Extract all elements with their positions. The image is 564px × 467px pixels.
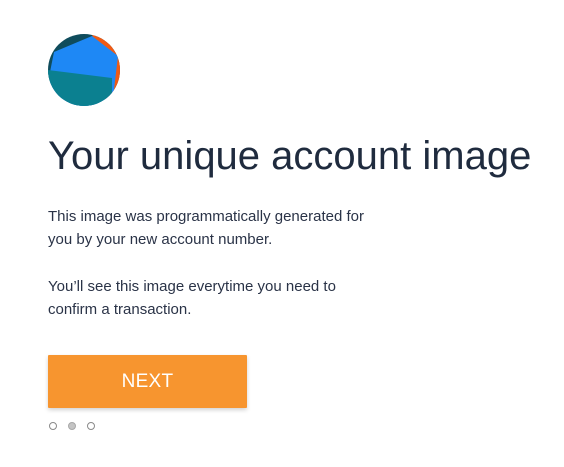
pagination-dot-2-active[interactable] xyxy=(68,422,76,430)
description-generated: This image was programmatically generate… xyxy=(48,208,364,248)
account-image-icon xyxy=(48,34,120,106)
page-title: Your unique account image xyxy=(48,134,532,178)
pagination-dots xyxy=(49,422,95,430)
next-button[interactable]: NEXT xyxy=(48,355,247,408)
pagination-dot-3[interactable] xyxy=(87,422,95,430)
account-identicon xyxy=(48,34,120,106)
pagination-dot-1[interactable] xyxy=(49,422,57,430)
description-confirm-transaction: You’ll see this image everytime you need… xyxy=(48,278,336,318)
